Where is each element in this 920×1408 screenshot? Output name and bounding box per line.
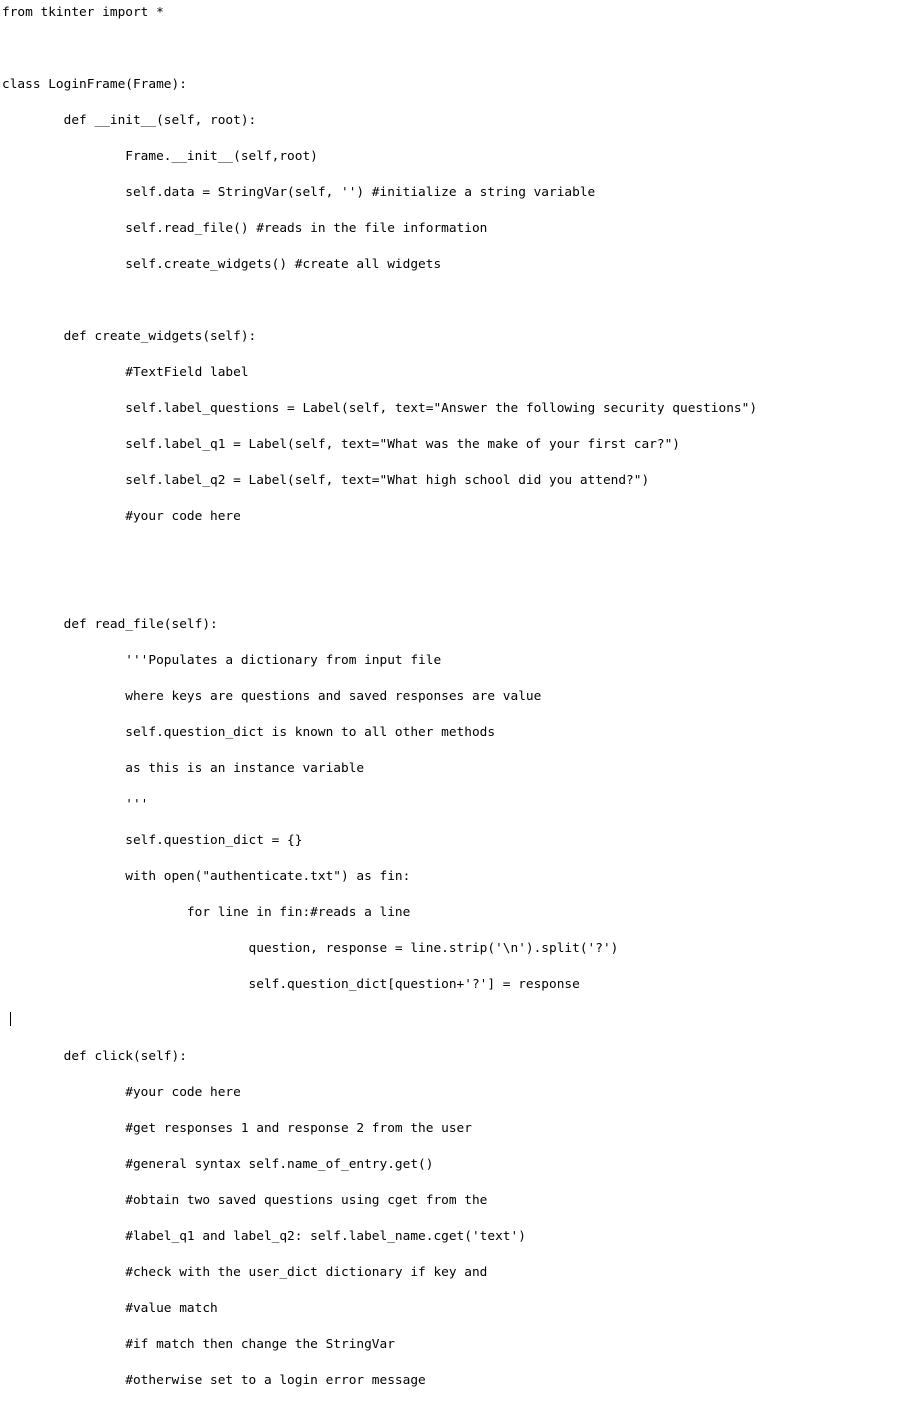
- code-line: #your code here: [2, 509, 241, 524]
- code-line: #obtain two saved questions using cget f…: [2, 1193, 488, 1208]
- code-line: #if match then change the StringVar: [2, 1337, 395, 1352]
- code-line: where keys are questions and saved respo…: [2, 689, 542, 704]
- code-line: class LoginFrame(Frame):: [2, 77, 187, 92]
- code-line: #general syntax self.name_of_entry.get(): [2, 1157, 434, 1172]
- code-line: #your code here: [2, 1085, 241, 1100]
- code-line: #label_q1 and label_q2: self.label_name.…: [2, 1229, 526, 1244]
- code-line: as this is an instance variable: [2, 761, 365, 776]
- code-line: self.create_widgets() #create all widget…: [2, 257, 442, 272]
- code-line: #otherwise set to a login error message: [2, 1373, 426, 1388]
- code-line: #TextField label: [2, 365, 249, 380]
- code-editor-pane[interactable]: from tkinter import * class LoginFrame(F…: [0, 0, 920, 1388]
- code-line: self.data = StringVar(self, '') #initial…: [2, 185, 596, 200]
- code-line: question, response = line.strip('\n').sp…: [2, 941, 619, 956]
- code-line: self.label_q1 = Label(self, text="What w…: [2, 437, 680, 452]
- code-line: from tkinter import *: [2, 5, 164, 20]
- text-cursor: [9, 1012, 11, 1026]
- code-line: self.question_dict is known to all other…: [2, 725, 496, 740]
- code-line: #check with the user_dict dictionary if …: [2, 1265, 488, 1280]
- code-line: #value match: [2, 1301, 218, 1316]
- code-line: def read_file(self):: [2, 617, 218, 632]
- code-line: self.question_dict[question+'?'] = respo…: [2, 977, 580, 992]
- code-line: with open("authenticate.txt") as fin:: [2, 869, 411, 884]
- code-line: self.question_dict = {}: [2, 833, 303, 848]
- code-line: self.label_q2 = Label(self, text="What h…: [2, 473, 650, 488]
- code-line: self.label_questions = Label(self, text=…: [2, 401, 758, 416]
- code-line: def create_widgets(self):: [2, 329, 257, 344]
- code-line: #get responses 1 and response 2 from the…: [2, 1121, 472, 1136]
- source-code-text[interactable]: from tkinter import * class LoginFrame(F…: [0, 4, 920, 1408]
- code-line: '''Populates a dictionary from input fil…: [2, 653, 442, 668]
- code-line: def click(self):: [2, 1049, 187, 1064]
- code-line: ''': [2, 797, 149, 812]
- code-line: for line in fin:#reads a line: [2, 905, 411, 920]
- code-line: Frame.__init__(self,root): [2, 149, 318, 164]
- code-line: self.read_file() #reads in the file info…: [2, 221, 488, 236]
- code-line: def __init__(self, root):: [2, 113, 257, 128]
- code-line: [2, 1012, 920, 1030]
